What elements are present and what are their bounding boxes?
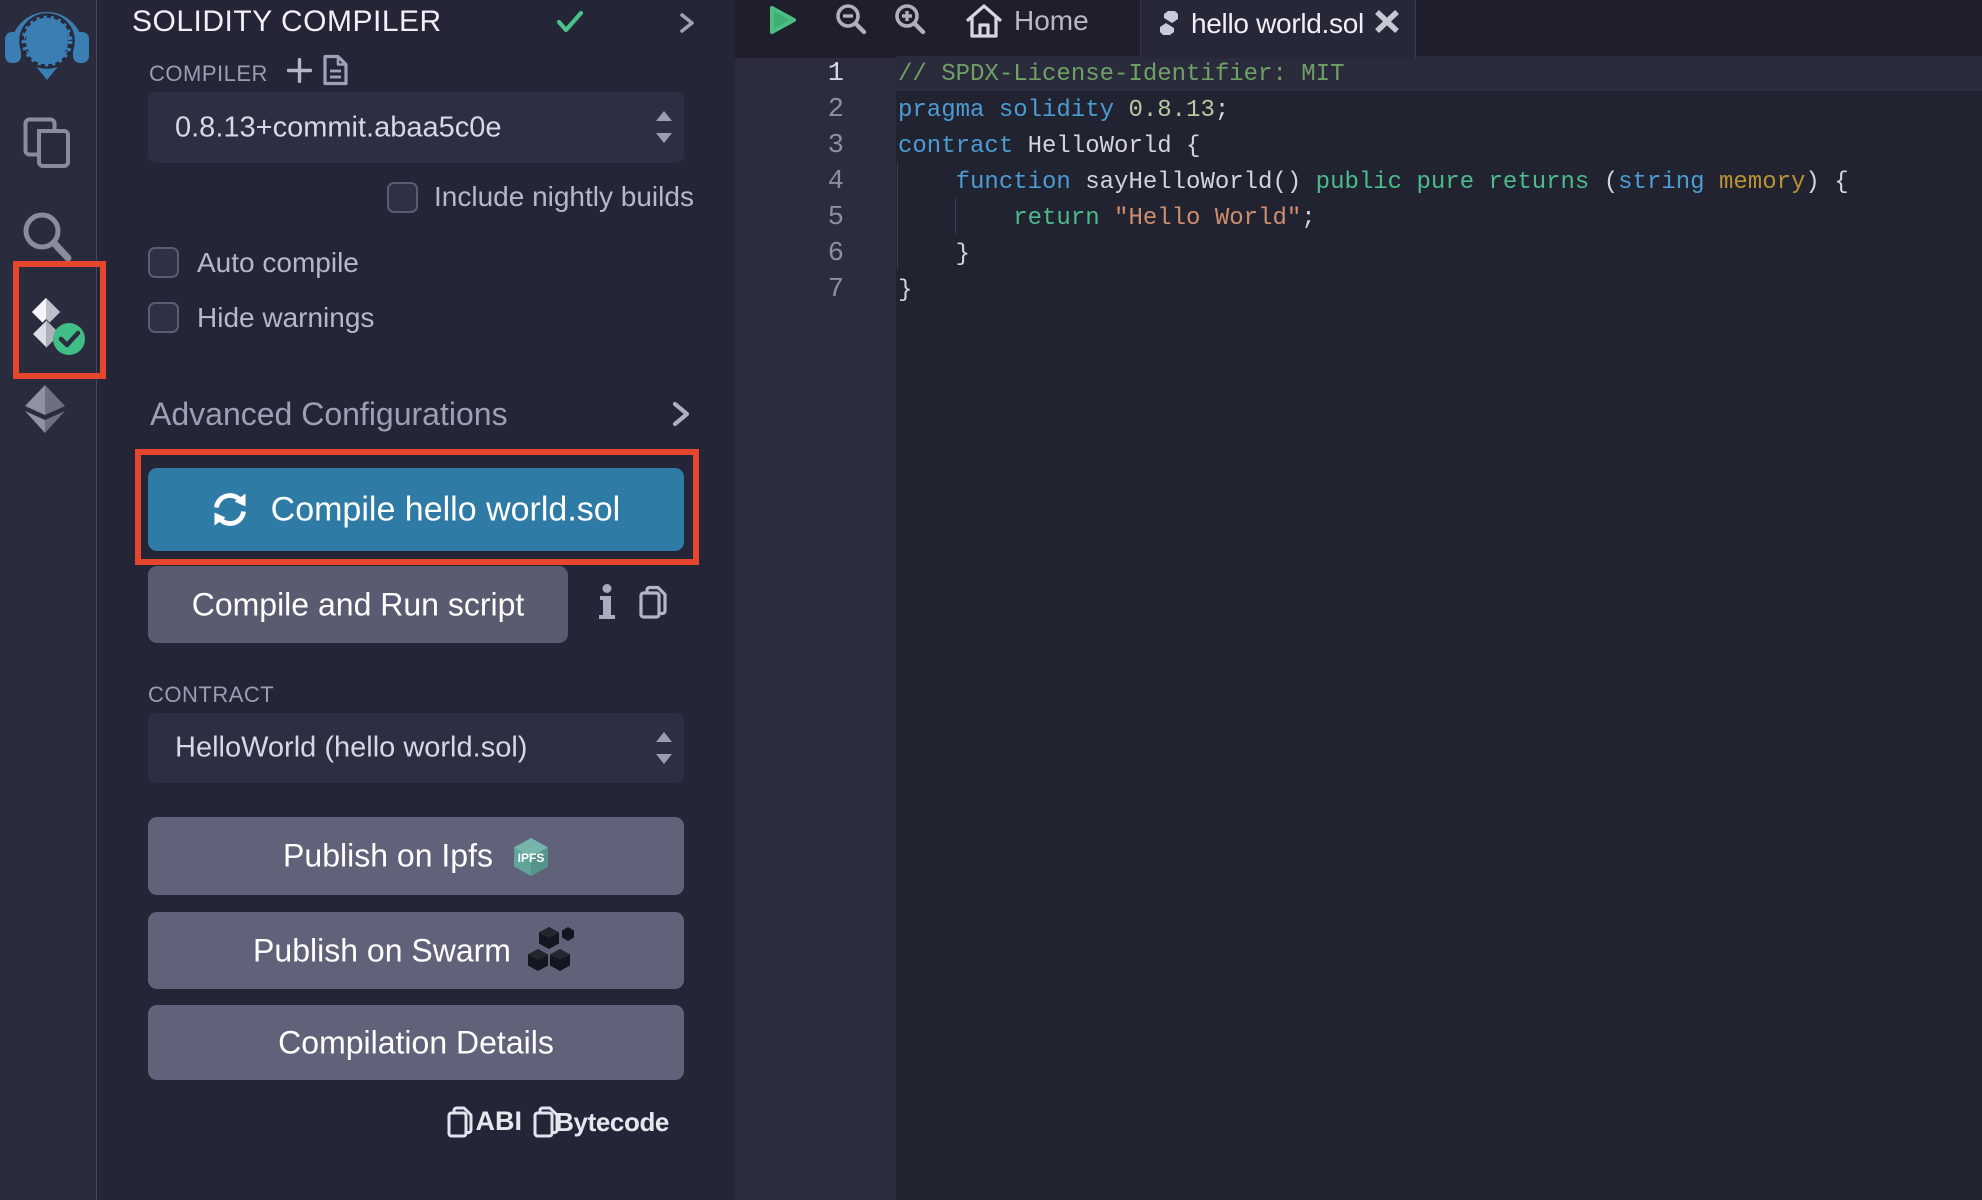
svg-text:IPFS: IPFS [518,851,545,865]
